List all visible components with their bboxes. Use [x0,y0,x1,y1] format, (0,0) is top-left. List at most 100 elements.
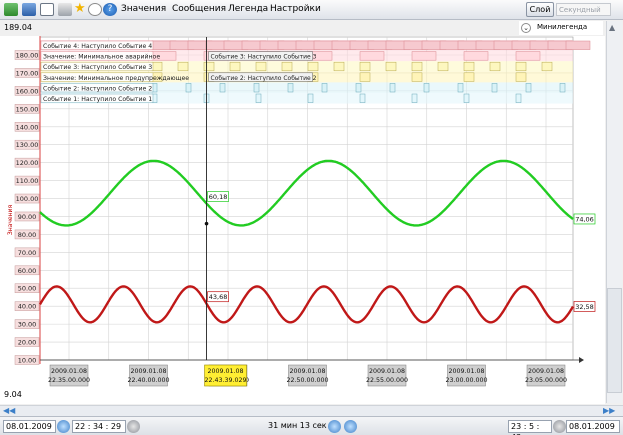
event-marker [463,51,489,61]
event-marker [287,83,294,93]
event-marker [437,61,449,72]
x-tick-date: 2009.01.08 [289,368,325,375]
event-marker [489,61,501,72]
y-tick-label: 70.00 [18,249,37,257]
time-stepper-start-icon[interactable] [127,420,140,433]
y-tick-label: 130.00 [16,141,39,149]
event-marker [515,61,527,72]
event-marker [541,61,553,72]
event-marker [457,83,464,93]
y-tick-label: 180.00 [16,52,39,60]
end-date-field[interactable]: 08.01.2009 [566,420,620,433]
minilegend-toggle[interactable]: ⌄ Минилегенда [519,21,603,35]
scroll-right-arrow[interactable]: ▶▶ [603,406,615,415]
y-tick-label: 60.00 [18,267,37,275]
minilegend-label: Минилегенда [537,23,588,31]
end-time-field[interactable]: 23 : 5 : 43 [508,420,552,435]
cursor-date: 2009.01.08 [208,368,244,375]
layer-button[interactable]: Слой [526,2,554,17]
x-tick-date: 2009.01.08 [448,368,484,375]
event-marker [253,83,260,93]
menu-messages[interactable]: Сообщения [172,4,226,14]
event-marker [219,83,226,93]
seconds-selector[interactable]: Секундный [556,3,611,16]
duration-label: 31 мин 13 сек [268,421,327,430]
print-icon[interactable] [58,3,72,16]
y-tick-label: 10.00 [18,357,37,365]
event-marker [177,61,189,72]
y-tick-label: 120.00 [16,159,39,167]
back-arrow-icon[interactable] [328,420,341,433]
y-axis: 180.00 170.00 160.00 150.00 140.00 130.00 120.… [14,36,41,365]
calendar-start-icon[interactable] [57,420,70,433]
end-value: 74,06 [575,215,594,223]
event-row-label: Событие 4: Наступило Событие 4 [43,42,152,50]
time-stepper-end-icon[interactable] [553,420,566,433]
x-tick-time: 23.05.00.000 [525,377,567,384]
event-marker [515,51,541,61]
menu-legend[interactable]: Легенда [228,4,268,14]
event-marker [525,83,532,93]
event-marker [411,72,423,82]
event-marker [255,93,262,103]
export-icon[interactable] [4,3,18,16]
x-axis: 2009.01.08 22.35.00.000 2009.01.08 22.40.00… [40,357,584,387]
star-icon[interactable]: ★ [74,2,88,16]
save-icon[interactable] [22,3,36,16]
cursor-value: 60,18 [209,193,228,201]
event-rows: Событие 4: Наступило Событие 4 Значение: … [40,40,591,104]
event-marker [151,61,163,72]
event-marker [333,61,345,72]
event-marker [307,61,319,72]
y-axis-label: Значения [7,205,14,236]
event-marker [355,83,362,93]
horizontal-scrollbar[interactable]: ◀◀ ▶▶ [0,405,623,416]
cursor-dot [204,221,209,226]
event-marker [255,61,267,72]
x-tick-time: 22.40.00.000 [127,377,169,384]
event-marker [565,40,591,50]
event-marker [321,83,328,93]
event-marker [515,72,527,82]
copy-icon[interactable] [40,3,54,16]
y-tick-label: 160.00 [16,87,39,95]
start-time-field[interactable]: 22 : 34 : 29 [72,420,126,433]
forward-arrow-icon[interactable] [344,420,357,433]
start-date-field[interactable]: 08.01.2009 [3,420,56,433]
event-marker [385,61,397,72]
scroll-left-arrow[interactable]: ◀◀ [3,406,15,415]
zoom-panel[interactable] [607,288,622,393]
event-marker [491,83,498,93]
zoom-icon[interactable] [88,3,102,16]
y-tick-label: 150.00 [16,105,39,113]
y-tick-label: 100.00 [16,195,39,203]
x-tick-time: 22.35.00.000 [48,377,90,384]
event-row-label: Значение: Минимальное предупреждающее [43,75,189,82]
y-tick-label: 110.00 [16,177,39,185]
event-marker [423,83,430,93]
cursor-event-label: Событие 3: Наступило Событие 3 [211,54,317,61]
scroll-up-arrow[interactable]: ▲ [609,23,619,33]
menu-values[interactable]: Значения [121,4,166,14]
event-marker [411,61,423,72]
trend-chart[interactable]: Событие 4: Наступило Событие 4 Значение: … [0,36,605,404]
vertical-scrollbar[interactable]: ▲ [606,21,622,403]
event-marker [389,83,396,93]
x-tick-date: 2009.01.08 [528,368,564,375]
cursor-time: 22.43.39.029 [205,377,247,384]
event-marker [559,83,566,93]
event-marker [463,61,475,72]
x-axis-arrow [579,357,584,363]
event-row-label: Событие 1: Наступило Событие 1 [43,95,152,103]
y-tick-label: 170.00 [16,69,39,77]
event-marker [463,72,475,82]
x-tick-date: 2009.01.08 [130,368,166,375]
menu-settings[interactable]: Настройки [270,4,321,14]
x-tick-time: 22.50.00.000 [286,377,328,384]
y-tick-label: 90.00 [18,213,37,221]
event-marker [281,61,293,72]
event-marker [411,51,437,61]
y-min-label: 9.04 [4,390,22,399]
help-icon[interactable]: ? [103,3,117,16]
event-marker [229,61,241,72]
